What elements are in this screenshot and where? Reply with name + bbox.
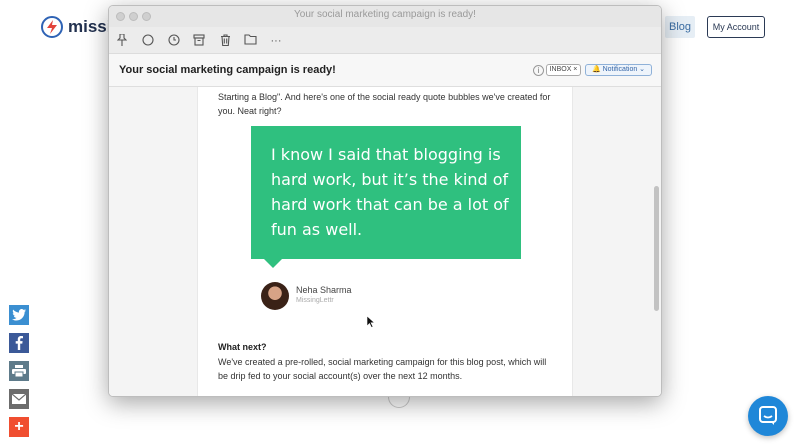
mail-window: Your social marketing campaign is ready!… <box>108 5 662 397</box>
quote-bubble: I know I said that blogging is hard work… <box>251 126 521 259</box>
author-handle: MissingLettr <box>296 297 334 304</box>
mouse-cursor-icon <box>367 316 375 328</box>
my-account-button[interactable]: My Account <box>707 16 765 38</box>
inbox-label-tag[interactable]: INBOX × <box>546 64 581 76</box>
intro-paragraph: Starting a Blog". And here's one of the … <box>218 92 551 116</box>
mail-toolbar: ··· <box>109 27 661 54</box>
next-heading: What next? <box>218 342 267 352</box>
nav-blog-link[interactable]: Blog <box>665 16 695 38</box>
avatar <box>261 282 289 310</box>
email-subject: Your social marketing campaign is ready! <box>119 64 336 76</box>
pin-icon[interactable] <box>113 32 131 50</box>
more-icon[interactable]: ··· <box>267 32 285 50</box>
archive-icon[interactable] <box>190 32 208 50</box>
quote-text: I know I said that blogging is hard work… <box>271 145 509 239</box>
more-share-icon[interactable]: + <box>9 417 29 437</box>
window-title: Your social marketing campaign is ready! <box>294 9 476 20</box>
chat-icon <box>759 406 777 425</box>
trash-icon[interactable] <box>216 32 234 50</box>
logo-bolt-icon[interactable] <box>41 16 63 38</box>
twitter-share-icon[interactable] <box>9 305 29 325</box>
facebook-share-icon[interactable] <box>9 333 29 353</box>
subject-bar: Your social marketing campaign is ready!… <box>109 54 661 87</box>
scrollbar[interactable] <box>654 186 659 311</box>
email-body: Starting a Blog". And here's one of the … <box>197 87 573 396</box>
clock-icon[interactable] <box>165 32 183 50</box>
folder-icon[interactable] <box>241 32 259 50</box>
author-name: Neha Sharma <box>296 285 352 295</box>
quote-bubble-tail <box>263 258 283 268</box>
email-share-icon[interactable] <box>9 389 29 409</box>
print-share-icon[interactable] <box>9 361 29 381</box>
chat-launcher-button[interactable] <box>748 396 788 436</box>
circle-icon[interactable] <box>139 32 157 50</box>
notification-label-tag[interactable]: 🔔 Notification ⌄ <box>585 64 652 76</box>
info-icon[interactable]: i <box>533 65 544 76</box>
title-bar: Your social marketing campaign is ready! <box>109 6 661 27</box>
next-paragraph: We've created a pre-rolled, social marke… <box>218 357 547 381</box>
